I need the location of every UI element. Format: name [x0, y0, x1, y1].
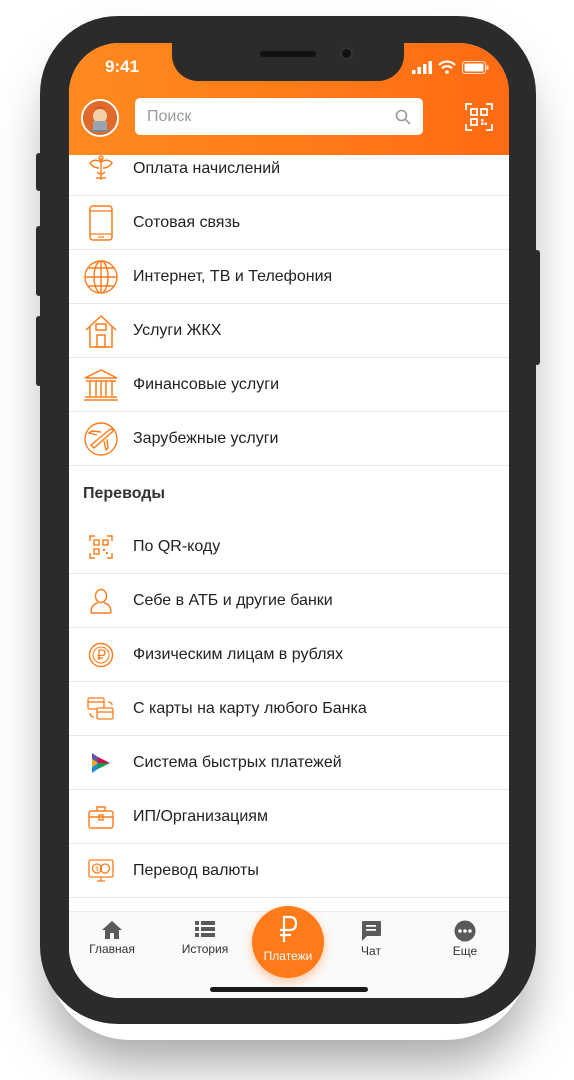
- more-icon: [454, 920, 476, 942]
- list-item-currency[interactable]: $ Перевод валюты: [69, 844, 509, 898]
- speaker: [260, 51, 316, 57]
- tab-label: Чат: [361, 944, 381, 958]
- list-item-financial[interactable]: Финансовые услуги: [69, 358, 509, 412]
- list-item-individuals[interactable]: Физическим лицам в рублях: [69, 628, 509, 682]
- currency-monitor-icon: $: [88, 859, 114, 882]
- qr-scan-icon[interactable]: [465, 103, 493, 131]
- tab-payments-button[interactable]: Платежи: [252, 906, 324, 978]
- house-icon: [85, 314, 117, 348]
- list-item-label: Интернет, ТВ и Телефония: [133, 268, 333, 285]
- person-icon: [90, 588, 112, 614]
- home-icon: [102, 921, 122, 939]
- notch: [172, 43, 404, 81]
- list-item-label: Перевод валюты: [133, 862, 259, 879]
- list-item-label: Оплата начислений: [133, 160, 281, 177]
- search-placeholder: Поиск: [147, 107, 192, 125]
- tab-label: Главная: [89, 942, 135, 956]
- search-icon: [395, 109, 411, 125]
- bank-icon: [84, 369, 118, 401]
- list-item-self-transfer[interactable]: Себе в АТБ и другие банки: [69, 574, 509, 628]
- list-item-label: Себе в АТБ и другие банки: [133, 592, 333, 609]
- signal-icon: [412, 60, 432, 74]
- phone-icon: [89, 205, 113, 241]
- list-item-charges-payment[interactable]: Оплата начислений: [69, 142, 509, 196]
- list-item-label: По QR-коду: [133, 538, 221, 555]
- list-item-sbp[interactable]: Система быстрых платежей: [69, 736, 509, 790]
- tab-history[interactable]: История: [165, 920, 245, 956]
- list-item-internet[interactable]: Интернет, ТВ и Телефония: [69, 250, 509, 304]
- list-item-card-to-card[interactable]: С карты на карту любого Банка: [69, 682, 509, 736]
- avatar-image: [83, 101, 117, 135]
- tab-label: Еще: [452, 944, 478, 958]
- tab-label: История: [181, 942, 229, 956]
- list-item-label: Сотовая связь: [133, 214, 241, 231]
- home-indicator: [210, 987, 368, 992]
- list-item-label: Система быстрых платежей: [133, 754, 342, 771]
- tab-label: Платежи: [263, 949, 313, 963]
- chat-icon: [362, 921, 381, 941]
- ruble-coin-icon: [88, 642, 114, 668]
- battery-icon: [462, 60, 489, 74]
- list-item-label: ИП/Организациям: [133, 808, 268, 825]
- list-item-organizations[interactable]: ИП/Организациям: [69, 790, 509, 844]
- status-time: 9:41: [105, 57, 140, 76]
- cards-icon: [87, 697, 114, 720]
- tab-chat[interactable]: Чат: [331, 920, 411, 958]
- app-screen: 9:41 Поиск Оплата начислений Сотовая свя…: [69, 43, 509, 998]
- globe-icon: [84, 260, 118, 294]
- sbp-logo-icon: [92, 753, 110, 773]
- tab-home[interactable]: Главная: [72, 920, 152, 956]
- list-item-label: Финансовые услуги: [133, 376, 280, 393]
- search-input[interactable]: Поиск: [135, 98, 423, 135]
- list-item-utilities[interactable]: Услуги ЖКХ: [69, 304, 509, 358]
- list-icon: [195, 921, 215, 937]
- volume-down-button: [36, 316, 42, 386]
- avatar[interactable]: [81, 99, 119, 137]
- volume-up-button: [36, 226, 42, 296]
- list-item-label: С карты на карту любого Банка: [133, 700, 367, 717]
- power-button: [534, 250, 540, 365]
- status-icons: [412, 59, 489, 75]
- list-item-label: Услуги ЖКХ: [133, 322, 222, 339]
- briefcase-icon: [88, 806, 114, 829]
- camera: [340, 47, 353, 60]
- list-item-mobile[interactable]: Сотовая связь: [69, 196, 509, 250]
- emblem-icon: [89, 155, 113, 180]
- mute-switch: [36, 153, 42, 191]
- list-item-qr[interactable]: По QR-коду: [69, 520, 509, 574]
- qr-code-icon: [89, 535, 113, 559]
- section-title-transfers: Переводы: [83, 485, 166, 502]
- wifi-icon: [438, 60, 456, 74]
- plane-icon: [84, 422, 118, 456]
- ruble-icon: [280, 915, 298, 942]
- list-item-label: Физическим лицам в рублях: [133, 646, 344, 663]
- tab-more[interactable]: Еще: [425, 920, 505, 958]
- list-item-label: Зарубежные услуги: [133, 430, 279, 447]
- list-item-foreign[interactable]: Зарубежные услуги: [69, 412, 509, 466]
- app-header: 9:41 Поиск: [69, 43, 509, 155]
